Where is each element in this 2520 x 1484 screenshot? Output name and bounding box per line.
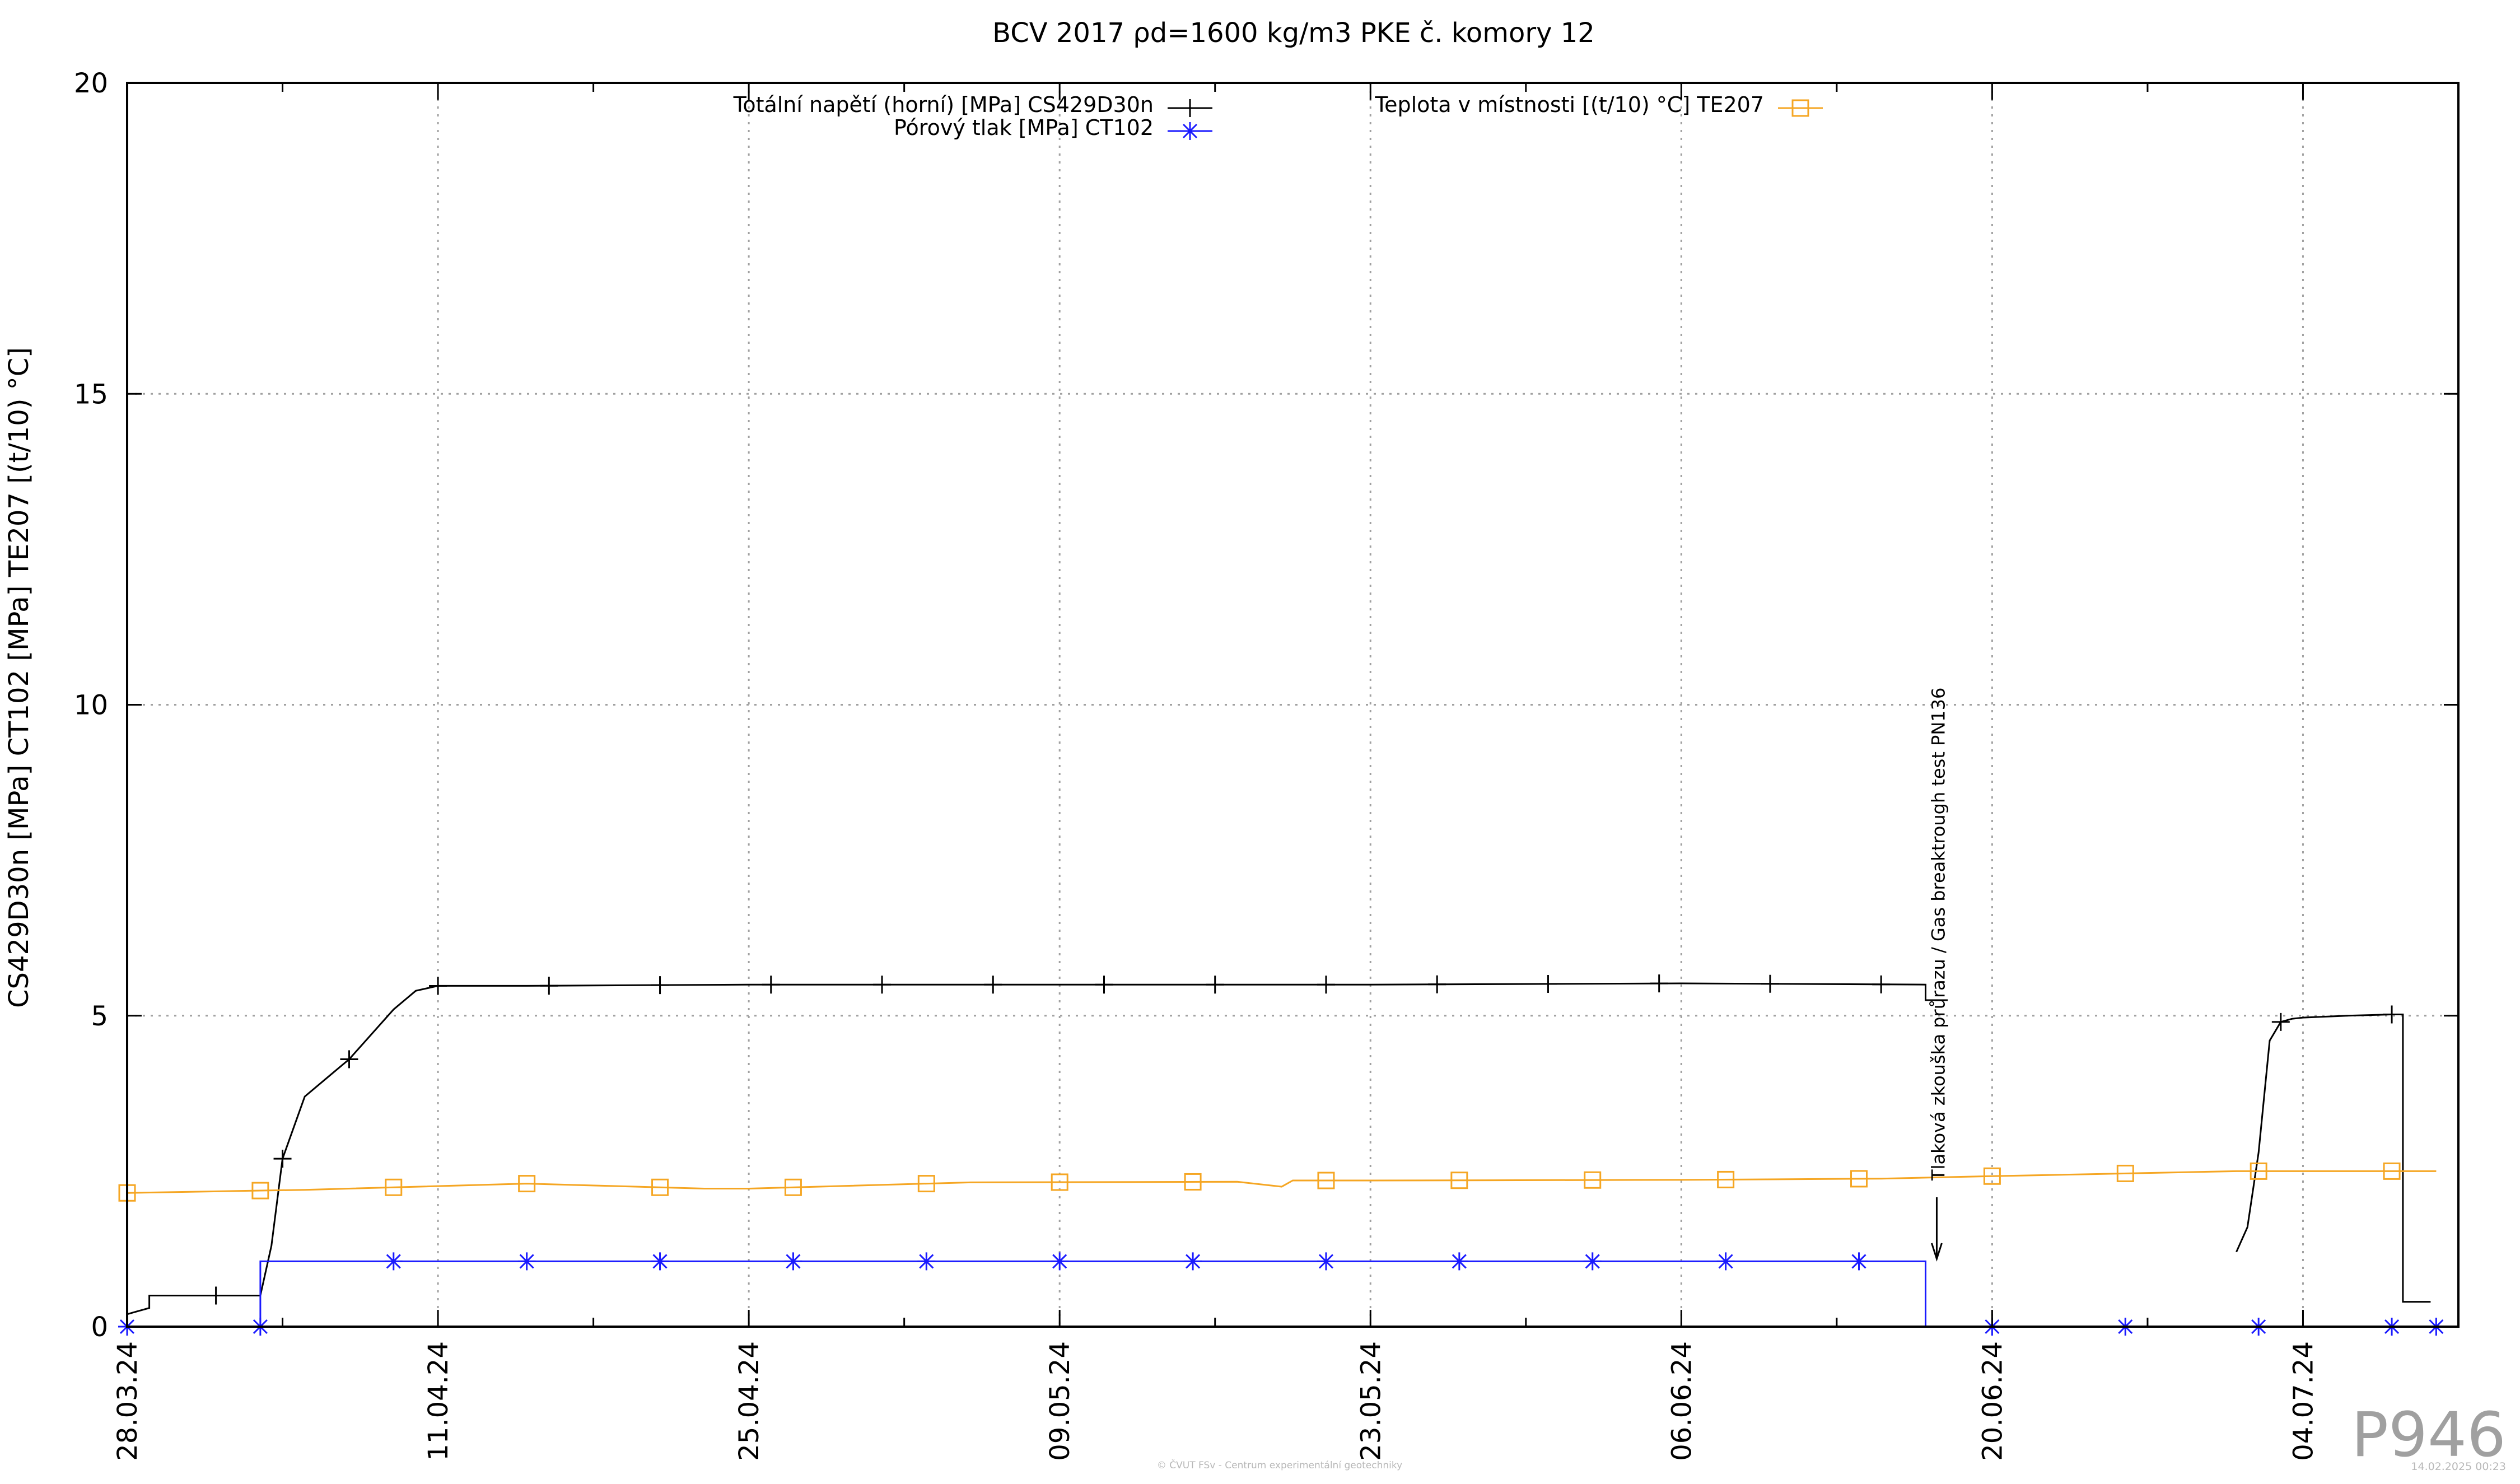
x-tick-label: 11.04.24 bbox=[423, 1341, 454, 1461]
data-point bbox=[2271, 1012, 2290, 1031]
data-point bbox=[540, 977, 558, 995]
data-point bbox=[984, 976, 1002, 994]
data-point bbox=[1716, 1252, 1735, 1271]
data-point bbox=[651, 976, 669, 995]
data-point bbox=[1206, 976, 1224, 994]
series-line bbox=[127, 1170, 2437, 1194]
series-square bbox=[118, 1162, 2437, 1202]
x-tick-label: 09.05.24 bbox=[1044, 1341, 1076, 1461]
annotations: Tlaková zkouška průrazu / Gas breaktroug… bbox=[1928, 688, 1949, 1262]
x-tick-label: 04.07.24 bbox=[2288, 1341, 2319, 1461]
data-point bbox=[784, 1252, 802, 1271]
series-plus bbox=[127, 974, 2431, 1315]
y-tick-label: 15 bbox=[74, 379, 108, 410]
data-point bbox=[1650, 974, 1668, 993]
data-point bbox=[1872, 975, 1891, 993]
legend-label: Pórový tlak [MPa] CT102 bbox=[894, 115, 1154, 140]
legend-label: Totální napětí (horní) [MPa] CS429D30n bbox=[733, 92, 1154, 117]
data-point bbox=[1850, 1252, 1868, 1271]
data-point bbox=[207, 1286, 225, 1305]
legend: Totální napětí (horní) [MPa] CS429D30nPó… bbox=[733, 92, 1823, 140]
data-point bbox=[273, 1150, 292, 1168]
data-point bbox=[384, 1252, 403, 1271]
x-tick-label: 06.06.24 bbox=[1666, 1341, 1697, 1461]
annotation-label: Tlaková zkouška průrazu / Gas breaktroug… bbox=[1928, 688, 1949, 1181]
data-point bbox=[873, 976, 892, 994]
series-star bbox=[118, 1252, 2446, 1336]
y-tick-label: 20 bbox=[74, 68, 108, 99]
x-tick-label: 20.06.24 bbox=[1977, 1341, 2008, 1461]
plot-frame bbox=[126, 82, 2460, 1328]
data-point bbox=[1761, 974, 1779, 993]
footer-credit: © ČVUT FSv - Centrum experimentální geot… bbox=[1157, 1459, 1402, 1471]
legend-marker bbox=[1181, 122, 1199, 140]
axes: 0 5 10 15 20 28.03.24 11.04.24 25.04.24 09.05.24… bbox=[74, 68, 2460, 1461]
y-tick-label: 0 bbox=[91, 1312, 108, 1343]
data-point bbox=[762, 976, 780, 994]
x-tick-label: 23.05.24 bbox=[1355, 1341, 1387, 1461]
data-point bbox=[517, 1252, 536, 1271]
data-point bbox=[2383, 1005, 2401, 1024]
data-point bbox=[651, 1252, 669, 1271]
series-line bbox=[127, 982, 1948, 1315]
render-timestamp: 14.02.2025 00:23 bbox=[2411, 1460, 2506, 1473]
data-point bbox=[917, 1252, 936, 1271]
x-tick-label: 25.04.24 bbox=[734, 1341, 765, 1461]
chart-title: BCV 2017 ρd=1600 kg/m3 PKE č. komory 12 bbox=[992, 17, 1595, 49]
data-point bbox=[1051, 1252, 1069, 1271]
data-point bbox=[429, 977, 447, 995]
data-point bbox=[1583, 1252, 1602, 1271]
data-point bbox=[1450, 1252, 1468, 1271]
legend-marker bbox=[1181, 99, 1199, 117]
data-point bbox=[1539, 974, 1557, 993]
data-point bbox=[1317, 976, 1335, 994]
y-tick-label: 5 bbox=[91, 1001, 108, 1032]
legend-label: Teplota v místnosti [(t/10) °C] TE207 bbox=[1374, 92, 1764, 117]
chart-canvas: BCV 2017 ρd=1600 kg/m3 PKE č. komory 12 … bbox=[3, 17, 2506, 1473]
grid bbox=[126, 83, 2458, 1327]
data-point bbox=[1317, 1252, 1335, 1271]
series-line bbox=[127, 1260, 2437, 1328]
data-point bbox=[1095, 976, 1113, 994]
x-tick-label: 28.03.24 bbox=[112, 1341, 143, 1461]
y-tick-label: 10 bbox=[74, 690, 108, 721]
data-point bbox=[1184, 1252, 1202, 1271]
data-point bbox=[1428, 975, 1446, 993]
watermark-id: P946 bbox=[2351, 1399, 2506, 1471]
y-axis-label: CS429D30n [MPa] CT102 [MPa] TE207 [(t/10… bbox=[3, 347, 35, 1008]
series-line bbox=[2236, 1014, 2431, 1303]
plot-series bbox=[118, 974, 2446, 1336]
